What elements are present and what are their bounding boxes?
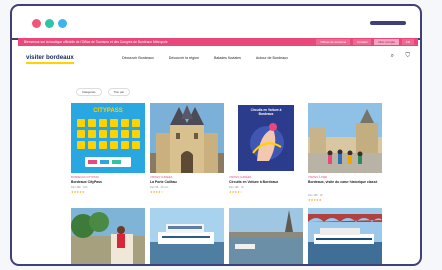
card-meta: Dès 5€ · 45 min (150, 186, 169, 189)
card-image-citypass: CITYPASS (71, 103, 145, 173)
rating-stars: ★★★★☆ (229, 190, 243, 194)
card-title[interactable]: Bordeaux, visite du cœur historique clas… (308, 180, 382, 184)
card-category: VISITES GUIDÉES (229, 176, 252, 179)
filter-sort[interactable]: Trier par (107, 88, 130, 96)
card-image-bridge-boat (308, 208, 382, 264)
product-card[interactable] (71, 208, 145, 264)
rating-stars: ★★★★★ (308, 198, 322, 202)
card-category: BORDEAUX CITYPASS (71, 176, 99, 179)
card-image-river (229, 208, 303, 264)
card-image-porte-cailhau (150, 103, 224, 173)
card-meta: Dès 19€ · 2h (229, 186, 244, 189)
card-category: VISITES GUIDÉES (150, 176, 173, 179)
citypass-cover-text: CITYPASS (93, 108, 123, 114)
card-meta: Dès 39€ · 24h (71, 186, 88, 189)
nav-item-balades-fluviales[interactable]: Balades fluviales (214, 56, 241, 60)
nav-item-autour-bordeaux[interactable]: Autour de Bordeaux (256, 56, 288, 60)
product-card[interactable]: Circuits en Voiture à Bordeaux VISITES G… (229, 103, 303, 223)
nav-item-decouvrir-bordeaux[interactable]: Découvrir Bordeaux (122, 56, 154, 60)
promo-links: Offices de tourisme Contact Mon compte F… (316, 39, 414, 45)
promo-text: Bienvenue sur la boutique officielle de … (24, 40, 168, 44)
card-title[interactable]: La Porte Cailhau (150, 180, 224, 184)
card-meta: Dès 15€ · 2h (308, 194, 323, 197)
link-offices[interactable]: Offices de tourisme (316, 39, 351, 45)
search-icon[interactable]: ⌕ (391, 53, 394, 60)
promo-bar: Bienvenue sur la boutique officielle de … (18, 38, 418, 46)
browser-chrome (12, 6, 420, 40)
product-card[interactable]: VISITES GUIDÉES La Porte Cailhau Dès 5€ … (150, 103, 224, 223)
product-card[interactable]: CITYPASS BORDEAUX CITYPASS Bordeaux City… (71, 103, 145, 223)
card-category: VISITES À PIED (308, 176, 328, 179)
close-window-dot[interactable] (32, 19, 41, 28)
language-selector[interactable]: FR (402, 39, 414, 45)
minimize-window-dot[interactable] (45, 19, 54, 28)
site-logo[interactable]: visiter bordeaux (26, 54, 74, 64)
nav-menu: Découvrir Bordeaux Découvrir la région B… (122, 56, 288, 60)
circuits-cover-text: Circuits en Voiture à Bordeaux (250, 108, 282, 116)
card-image-visite-coeur (308, 103, 382, 173)
rating-stars: ★★★★★ (71, 190, 85, 194)
card-image-circuits: Circuits en Voiture à Bordeaux (229, 103, 303, 173)
main-nav: visiter bordeaux Découvrir Bordeaux Déco… (18, 52, 418, 68)
filter-categories[interactable]: Catégories (76, 88, 102, 96)
link-contact[interactable]: Contact (353, 39, 372, 45)
card-title[interactable]: Circuits en Voiture à Bordeaux (229, 180, 303, 184)
nav-item-decouvrir-region[interactable]: Découvrir la région (169, 56, 199, 60)
product-card[interactable] (229, 208, 303, 264)
product-card[interactable] (150, 208, 224, 264)
link-account[interactable]: Mon compte (374, 39, 399, 45)
filter-bar: Catégories Trier par (76, 88, 130, 96)
maximize-window-dot[interactable] (58, 19, 67, 28)
card-title[interactable]: Bordeaux CityPass (71, 180, 145, 184)
card-image-boat (150, 208, 224, 264)
address-bar[interactable] (370, 21, 406, 25)
product-card[interactable] (308, 208, 382, 264)
product-card[interactable]: VISITES À PIED Bordeaux, visite du cœur … (308, 103, 382, 223)
cart-icon[interactable]: ⛉ (405, 53, 410, 60)
rating-stars: ★★★★☆ (150, 190, 164, 194)
card-image-terrace (71, 208, 145, 264)
